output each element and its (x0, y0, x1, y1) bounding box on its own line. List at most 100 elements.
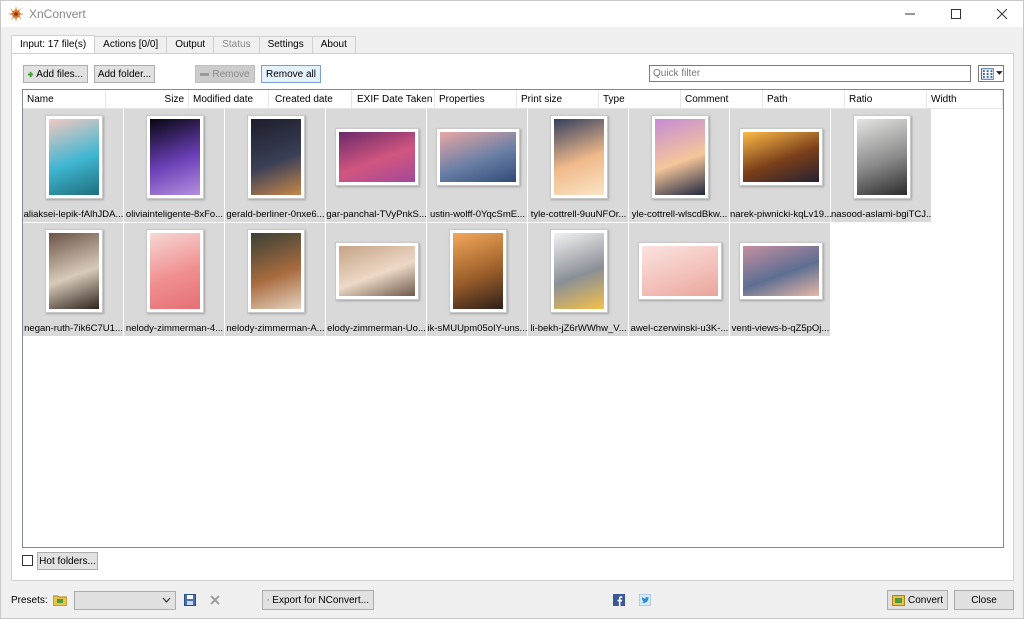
file-thumbnail-tile[interactable]: oliviainteligente-8xFo... (124, 109, 225, 223)
column-header-modified-date[interactable]: Modified date (189, 90, 269, 109)
presets-combo[interactable] (74, 591, 176, 610)
file-thumbnail-tile[interactable]: venti-views-b-qZ5pOj... (730, 223, 831, 337)
file-thumbnail-tile[interactable]: nelody-zimmerman-4... (124, 223, 225, 337)
tab-actions[interactable]: Actions [0/0] (94, 36, 168, 53)
save-icon (184, 594, 196, 606)
add-files-label: Add files... (36, 68, 83, 80)
column-header-comment[interactable]: Comment (681, 90, 763, 109)
add-files-button[interactable]: Add files... (23, 65, 88, 83)
file-thumbnail-tile[interactable]: li-bekh-jZ6rWWhw_V... (528, 223, 629, 337)
facebook-icon (613, 594, 625, 606)
file-thumbnail-tile[interactable]: nelody-zimmerman-A... (225, 223, 326, 337)
photo-thumbnail (655, 119, 705, 195)
file-name-label: nelody-zimmerman-A... (226, 323, 325, 334)
remove-all-button[interactable]: Remove all (261, 65, 321, 83)
column-header-size[interactable]: Size (106, 90, 189, 109)
file-name-label: tyle-cottrell-9uuNFOr... (530, 209, 627, 220)
photo-thumbnail (743, 132, 819, 182)
file-name-label: elody-zimmerman-Uo... (327, 323, 426, 334)
column-header-width[interactable]: Width (927, 90, 1003, 109)
column-header-ratio[interactable]: Ratio (845, 90, 927, 109)
delete-preset-button[interactable] (207, 592, 223, 608)
minimize-icon (905, 13, 915, 15)
column-header-exif-date-taken[interactable]: EXIF Date Taken (353, 90, 435, 109)
column-headers: Name Size Modified date Created date EXIF Da… (23, 90, 1003, 109)
chevron-down-icon (996, 71, 1003, 75)
remove-button[interactable]: Remove (195, 65, 255, 83)
file-thumbnail-tile[interactable]: elody-zimmerman-Uo... (326, 223, 427, 337)
file-thumbnail-tile[interactable]: yle-cottrell-wlscdBkw... (629, 109, 730, 223)
tab-output[interactable]: Output (166, 36, 215, 53)
thumbnail-frame (651, 115, 709, 199)
photo-thumbnail (150, 233, 200, 309)
file-thumbnail-tile[interactable]: gar-panchal-TVyPnkS... (326, 109, 427, 223)
hot-folders-checkbox[interactable] (22, 555, 33, 566)
file-thumbnail-tile[interactable]: gerald-berliner-0nxe6... (225, 109, 326, 223)
column-header-properties[interactable]: Properties (435, 90, 517, 109)
close-label: Close (971, 594, 997, 606)
photo-thumbnail (339, 132, 415, 182)
column-header-path[interactable]: Path (763, 90, 845, 109)
file-thumbnail-tile[interactable]: aliaksei-lepik-fAlhJDA... (23, 109, 124, 223)
hot-folders-label: Hot folders... (39, 555, 96, 567)
twitter-icon (639, 594, 651, 606)
file-thumbnail-tile[interactable]: ik-sMUUpm05oIY-uns... (427, 223, 528, 337)
maximize-button[interactable] (933, 1, 979, 27)
tab-input-file-s[interactable]: Input: 17 file(s) (11, 35, 96, 53)
tab-status[interactable]: Status (213, 36, 260, 53)
xnconvert-logo-icon (8, 6, 24, 22)
file-thumbnail-tile[interactable]: nasood-aslami-bgiTCJ... (831, 109, 932, 223)
photo-thumbnail (49, 119, 99, 195)
file-thumbnail-tile[interactable]: awel-czerwinski-u3K-... (629, 223, 730, 337)
tab-about[interactable]: About (311, 36, 356, 53)
remove-icon (200, 72, 210, 76)
thumbnail-frame (247, 229, 305, 313)
bottom-bar: Presets: Export for NConvert... Convert … (1, 585, 1023, 619)
view-mode-dropdown[interactable] (978, 65, 1004, 82)
thumbnail-frame (45, 115, 103, 199)
photo-thumbnail (49, 233, 99, 309)
convert-label: Convert (907, 594, 943, 606)
photo-thumbnail (251, 119, 301, 195)
column-header-name[interactable]: Name (23, 90, 106, 109)
save-preset-button[interactable] (182, 592, 198, 608)
thumbnail-frame (146, 115, 204, 199)
export-nconvert-button[interactable]: Export for NConvert... (262, 590, 374, 610)
file-thumbnail-tile[interactable]: negan-ruth-7ik6C7U1... (23, 223, 124, 337)
quick-filter-input[interactable]: Quick filter (649, 65, 971, 82)
file-name-label: nelody-zimmerman-4... (125, 323, 224, 334)
file-name-label: ustin-wolff-0YqcSmE... (429, 209, 526, 220)
file-list[interactable]: Name Size Modified date Created date EXIF Da… (22, 89, 1004, 548)
column-header-print-size[interactable]: Print size (517, 90, 599, 109)
close-icon (997, 9, 1007, 19)
thumbnail-frame (739, 242, 823, 300)
convert-button[interactable]: Convert (887, 590, 948, 610)
facebook-button[interactable] (611, 592, 627, 608)
export-label: Export for NConvert... (272, 594, 369, 606)
input-tab-panel: Add files... Add folder... Remove Remove… (11, 53, 1014, 581)
tab-settings[interactable]: Settings (258, 36, 313, 53)
chevron-down-icon (162, 597, 171, 603)
add-icon (28, 71, 34, 77)
twitter-button[interactable] (637, 592, 653, 608)
thumbnail-frame (638, 242, 722, 300)
column-header-type[interactable]: Type (599, 90, 681, 109)
close-window-button[interactable] (979, 1, 1024, 27)
open-preset-button[interactable] (52, 592, 68, 608)
add-folder-button[interactable]: Add folder... (94, 65, 155, 83)
file-name-label: oliviainteligente-8xFo... (125, 209, 224, 220)
file-name-label: negan-ruth-7ik6C7U1... (24, 323, 123, 334)
minimize-button[interactable] (887, 1, 933, 27)
file-thumbnail-tile[interactable]: ustin-wolff-0YqcSmE... (427, 109, 528, 223)
file-name-label: gerald-berliner-0nxe6... (226, 209, 325, 220)
title-bar: XnConvert (1, 1, 1023, 27)
column-header-created-date[interactable]: Created date (271, 90, 352, 109)
file-thumbnail-tile[interactable]: narek-piwnicki-kqLv19... (730, 109, 831, 223)
close-button[interactable]: Close (954, 590, 1014, 610)
app-window: XnConvert Input: 17 file(s) Actions [0/0]… (0, 0, 1024, 619)
photo-thumbnail (554, 233, 604, 309)
file-thumbnail-tile[interactable]: tyle-cottrell-9uuNFOr... (528, 109, 629, 223)
hot-folders-button[interactable]: Hot folders... (37, 552, 98, 570)
file-name-label: nasood-aslami-bgiTCJ... (831, 209, 932, 220)
file-name-label: yle-cottrell-wlscdBkw... (631, 209, 728, 220)
